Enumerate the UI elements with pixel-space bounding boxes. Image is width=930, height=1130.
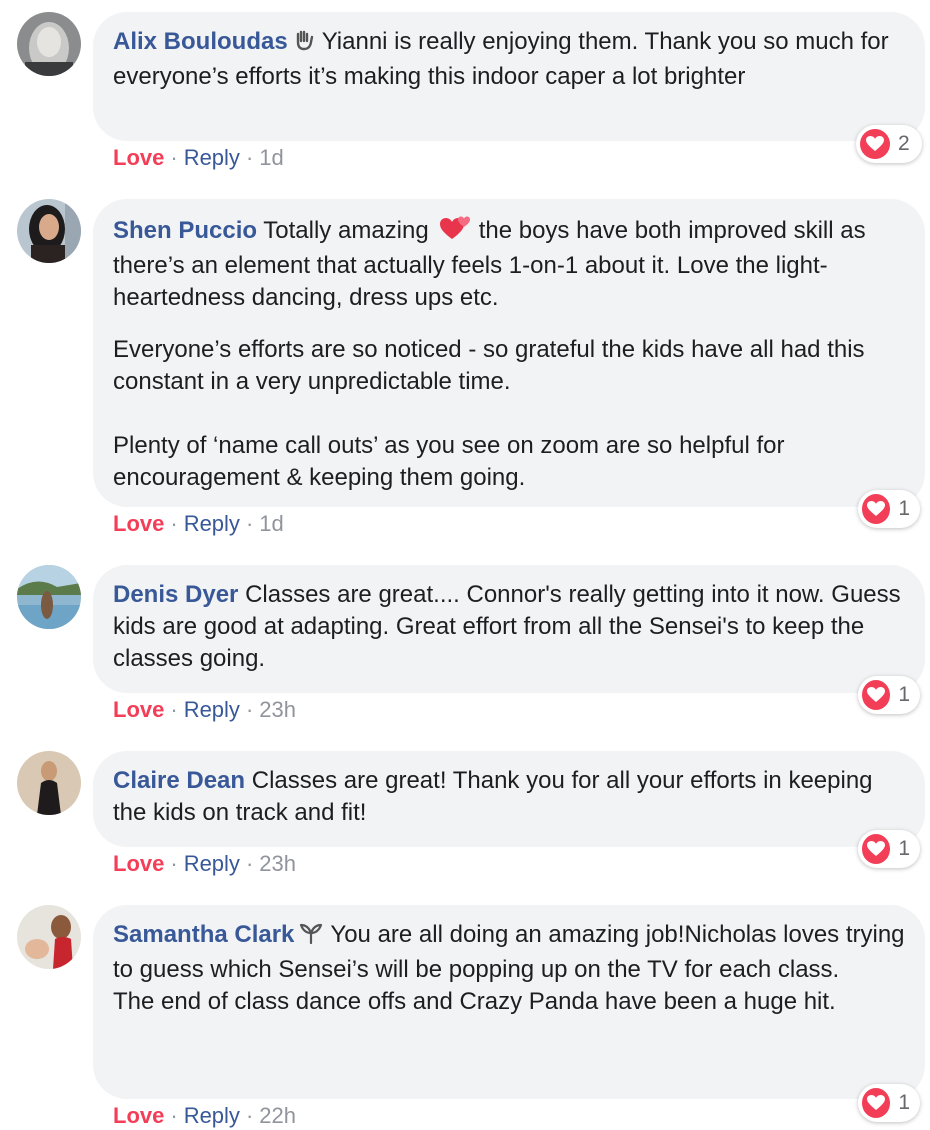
comment-actions: Love · Reply · 23h xyxy=(113,850,296,878)
reaction-count[interactable]: 1 xyxy=(858,1084,920,1122)
reaction-count[interactable]: 1 xyxy=(858,676,920,714)
comment-paragraph: The end of class dance offs and Crazy Pa… xyxy=(113,988,836,1015)
heart-icon xyxy=(862,1088,891,1118)
avatar[interactable] xyxy=(17,12,81,76)
timestamp[interactable]: 23h xyxy=(259,851,296,876)
comment-bubble: Alix Bouloudas Yianni is really enjoying … xyxy=(93,12,925,141)
reaction-number: 1 xyxy=(898,1091,910,1114)
reply-link[interactable]: Reply xyxy=(184,697,240,722)
comment-author[interactable]: Alix Bouloudas xyxy=(113,28,288,55)
heart-icon xyxy=(860,129,890,159)
comment-paragraph: Everyone’s efforts are so noticed - so g… xyxy=(113,336,865,395)
avatar[interactable] xyxy=(17,751,81,815)
two-hearts-icon xyxy=(439,213,471,250)
timestamp[interactable]: 1d xyxy=(259,511,283,536)
heart-icon xyxy=(862,680,891,710)
love-link[interactable]: Love xyxy=(113,851,164,876)
love-link[interactable]: Love xyxy=(113,511,164,536)
comment-author[interactable]: Shen Puccio xyxy=(113,217,257,244)
comment-bubble: Denis Dyer Classes are great.... Connor'… xyxy=(93,565,925,693)
reply-link[interactable]: Reply xyxy=(184,851,240,876)
love-link[interactable]: Love xyxy=(113,1103,164,1128)
separator: · xyxy=(245,511,254,536)
comment-author[interactable]: Denis Dyer xyxy=(113,581,238,608)
reply-link[interactable]: Reply xyxy=(184,511,240,536)
comment-bubble: Shen Puccio Totally amazing the boys have… xyxy=(93,199,925,507)
reaction-count[interactable]: 2 xyxy=(856,125,922,163)
separator: · xyxy=(170,851,178,876)
reaction-count[interactable]: 1 xyxy=(858,830,920,868)
separator: · xyxy=(170,1103,178,1128)
love-link[interactable]: Love xyxy=(113,697,164,722)
avatar[interactable] xyxy=(17,565,81,629)
comment-actions: Love · Reply · 1d xyxy=(113,510,284,538)
heart-icon xyxy=(862,834,891,864)
separator: · xyxy=(245,145,254,170)
comment-actions: Love · Reply · 23h xyxy=(113,696,296,724)
comment-author[interactable]: Samantha Clark xyxy=(113,921,294,948)
separator: · xyxy=(170,511,178,536)
reply-link[interactable]: Reply xyxy=(184,1103,240,1128)
separator: · xyxy=(245,851,254,876)
comment-actions: Love · Reply · 1d xyxy=(113,144,284,172)
separator: · xyxy=(170,145,178,170)
timestamp[interactable]: 1d xyxy=(259,145,283,170)
comment-bubble: Claire Dean Classes are great! Thank you… xyxy=(93,751,925,847)
reaction-number: 1 xyxy=(898,683,910,706)
reply-link[interactable]: Reply xyxy=(184,145,240,170)
avatar[interactable] xyxy=(17,905,81,969)
reaction-count[interactable]: 1 xyxy=(858,490,920,528)
separator: · xyxy=(245,697,254,722)
timestamp[interactable]: 22h xyxy=(259,1103,296,1128)
reaction-number: 1 xyxy=(898,837,910,860)
sprout-icon xyxy=(298,921,324,954)
comment-text: Totally amazing xyxy=(263,217,429,244)
waving-hand-icon xyxy=(292,28,316,61)
avatar[interactable] xyxy=(17,199,81,263)
heart-icon xyxy=(862,494,891,524)
comment-author[interactable]: Claire Dean xyxy=(113,767,245,794)
comment-paragraph: Plenty of ‘name call outs’ as you see on… xyxy=(113,432,785,491)
timestamp[interactable]: 23h xyxy=(259,697,296,722)
love-link[interactable]: Love xyxy=(113,145,164,170)
comment-bubble: Samantha Clark You are all doing an amazi… xyxy=(93,905,925,1099)
separator: · xyxy=(170,697,178,722)
reaction-number: 1 xyxy=(898,497,910,520)
reaction-number: 2 xyxy=(898,132,910,155)
separator: · xyxy=(245,1103,254,1128)
